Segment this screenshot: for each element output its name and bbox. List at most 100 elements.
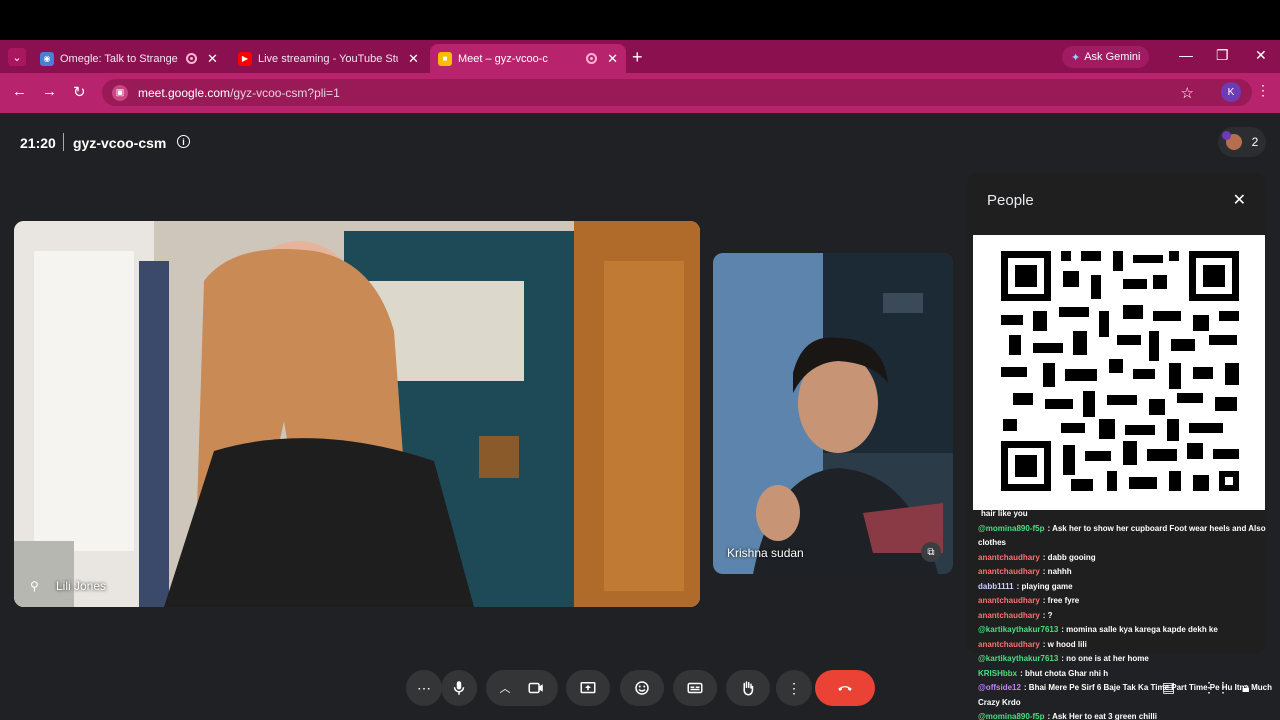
divider <box>63 133 64 151</box>
bookmark-star-icon[interactable]: ☆ <box>1181 84 1194 102</box>
chat-text: : nahhh <box>1042 567 1072 576</box>
tab-title: Meet – gyz-vcoo-csm <box>458 52 548 65</box>
recording-icon <box>586 53 598 64</box>
chat-message: anantchaudhary: ? <box>978 609 1274 624</box>
camera-button[interactable]: ︿ <box>486 670 558 706</box>
tab-search-button[interactable]: ⌄ <box>8 48 26 66</box>
video-tile-side[interactable]: Krishna sudan ⧉ <box>713 253 953 574</box>
chat-icon[interactable]: ▤ <box>1162 679 1175 696</box>
chat-username: anantchaudhary <box>978 552 1040 562</box>
close-window-icon[interactable]: ✕ <box>1255 47 1267 64</box>
chat-text: : momina salle kya karega kapde dekh ke <box>1061 625 1218 634</box>
tab-title: Live streaming - YouTube Studio <box>258 52 398 65</box>
close-tab-icon[interactable]: ✕ <box>207 51 218 67</box>
address-bar[interactable]: ▣ meet.google.com/gyz-vcoo-csm?pli=1 ☆ <box>102 79 1252 106</box>
apps-icon[interactable]: ⋮⋮ <box>1202 679 1230 696</box>
site-info-icon[interactable]: ▣ <box>112 84 128 101</box>
more-options-button[interactable]: ⋮ <box>776 670 812 706</box>
new-tab-icon[interactable]: + <box>632 47 643 68</box>
chat-username: anantchaudhary <box>978 610 1040 620</box>
profile-avatar[interactable]: K <box>1221 82 1241 102</box>
chat-message: anantchaudhary: nahhh <box>978 565 1274 580</box>
chat-text: : ? <box>1042 610 1053 620</box>
browser-menu-icon[interactable]: ⋮ <box>1256 82 1270 99</box>
chat-message: anantchaudhary: w hood lili <box>978 638 1274 653</box>
top-black-band <box>0 0 1280 40</box>
more-horizontal-icon: ⋯ <box>417 679 431 696</box>
close-icon[interactable]: ✕ <box>1233 190 1246 210</box>
ask-gemini-button[interactable]: ✦ Ask Gemini <box>1062 46 1150 68</box>
present-screen-icon <box>580 682 596 694</box>
microphone-button[interactable] <box>441 670 477 706</box>
browser-chrome: ⌄ ◉ Omegle: Talk to Strangers! ✕ ▶ Live … <box>0 40 1280 113</box>
chat-text: : Ask Her to eat 3 green chilli <box>1047 712 1157 720</box>
chat-message: @momina890-f5p: Ask Her to eat 3 green c… <box>978 710 1274 720</box>
chat-message: anantchaudhary: dabb gooing <box>978 551 1274 566</box>
url-host: meet.google.com <box>138 85 231 100</box>
reload-icon[interactable]: ↻ <box>73 83 86 101</box>
chat-text: hair like you <box>981 509 1028 518</box>
tab-meet[interactable]: ■ Meet – gyz-vcoo-csm ✕ <box>430 44 626 73</box>
youtube-icon: ▶ <box>238 51 252 66</box>
video-feed-krishna <box>713 253 953 574</box>
participants-button[interactable]: 2 <box>1218 127 1266 157</box>
participant-count: 2 <box>1251 135 1259 149</box>
forward-icon[interactable]: → <box>42 83 57 100</box>
info-icon[interactable]: i <box>177 135 190 148</box>
reactions-button[interactable] <box>620 670 664 706</box>
chat-message: anantchaudhary: free fyre <box>978 594 1274 609</box>
microphone-icon <box>453 681 465 695</box>
meet-icon: ■ <box>438 51 452 66</box>
chat-username: @momina890-f5p <box>978 712 1045 720</box>
pin-icon[interactable]: ⚲ <box>30 579 39 593</box>
chat-username: anantchaudhary <box>978 596 1040 605</box>
meeting-time: 21:20 <box>20 135 56 151</box>
present-screen-button[interactable] <box>566 670 610 706</box>
participant-name: Lili Jones <box>56 579 107 593</box>
meet-page: 21:20 gyz-vcoo-csm i 2 ⚲ Lili Jones Kris… <box>0 113 1280 720</box>
qr-code-image <box>973 235 1265 510</box>
meeting-controls: ⋯ ︿ ⋮ <box>0 670 1280 710</box>
video-tile-main[interactable]: ⚲ Lili Jones <box>14 221 700 607</box>
host-controls-icon[interactable]: 🔒︎ <box>1242 679 1249 696</box>
close-tab-icon[interactable]: ✕ <box>607 51 618 67</box>
captions-button[interactable] <box>673 670 717 706</box>
video-feed-lili <box>14 221 700 607</box>
chat-username: @momina890-f5p <box>978 523 1045 533</box>
gemini-icon: ✦ <box>1071 51 1081 64</box>
camera-icon <box>528 682 543 694</box>
chat-text: : dabb gooing <box>1042 552 1096 562</box>
meeting-code: gyz-vcoo-csm <box>73 135 167 151</box>
qr-code <box>973 235 1265 510</box>
chat-text: : w hood lili <box>1042 639 1087 649</box>
tab-title: Omegle: Talk to Strangers! <box>60 52 178 65</box>
omegle-icon: ◉ <box>40 51 54 66</box>
minimize-icon[interactable]: — <box>1179 47 1193 63</box>
chat-username: anantchaudhary <box>978 639 1040 649</box>
chat-text: : playing game <box>1016 581 1073 591</box>
leave-call-button[interactable] <box>815 670 875 706</box>
more-vertical-icon: ⋮ <box>787 679 801 696</box>
raise-hand-button[interactable] <box>726 670 770 706</box>
chat-message: hair like you <box>978 507 1274 522</box>
back-icon[interactable]: ← <box>12 83 27 100</box>
avatar <box>1221 131 1242 150</box>
tab-youtube-studio[interactable]: ▶ Live streaming - YouTube Studio ✕ <box>230 44 428 73</box>
tab-omegle[interactable]: ◉ Omegle: Talk to Strangers! ✕ <box>32 44 228 73</box>
restore-icon[interactable]: ❐ <box>1216 47 1229 64</box>
people-panel-title: People <box>987 192 1034 209</box>
recording-icon <box>186 53 197 64</box>
chat-username: @kartikaythakur7613 <box>978 654 1059 663</box>
chat-message: @kartikaythakur7613: momina salle kya ka… <box>978 623 1274 638</box>
hang-up-icon <box>838 686 852 691</box>
chevron-up-icon[interactable]: ︿ <box>500 680 511 696</box>
chat-message: @momina890-f5p: Ask her to show her cupb… <box>978 522 1274 551</box>
address-row: ← → ↻ ▣ meet.google.com/gyz-vcoo-csm?pli… <box>0 73 1280 113</box>
url-path: /gyz-vcoo-csm?pli=1 <box>230 85 340 100</box>
captions-icon <box>687 682 703 694</box>
raise-hand-icon <box>743 681 754 696</box>
close-tab-icon[interactable]: ✕ <box>408 51 419 67</box>
participant-name: Krishna sudan <box>727 546 804 560</box>
more-actions-button[interactable]: ⋯ <box>406 670 442 706</box>
picture-in-picture-icon[interactable]: ⧉ <box>921 542 941 562</box>
